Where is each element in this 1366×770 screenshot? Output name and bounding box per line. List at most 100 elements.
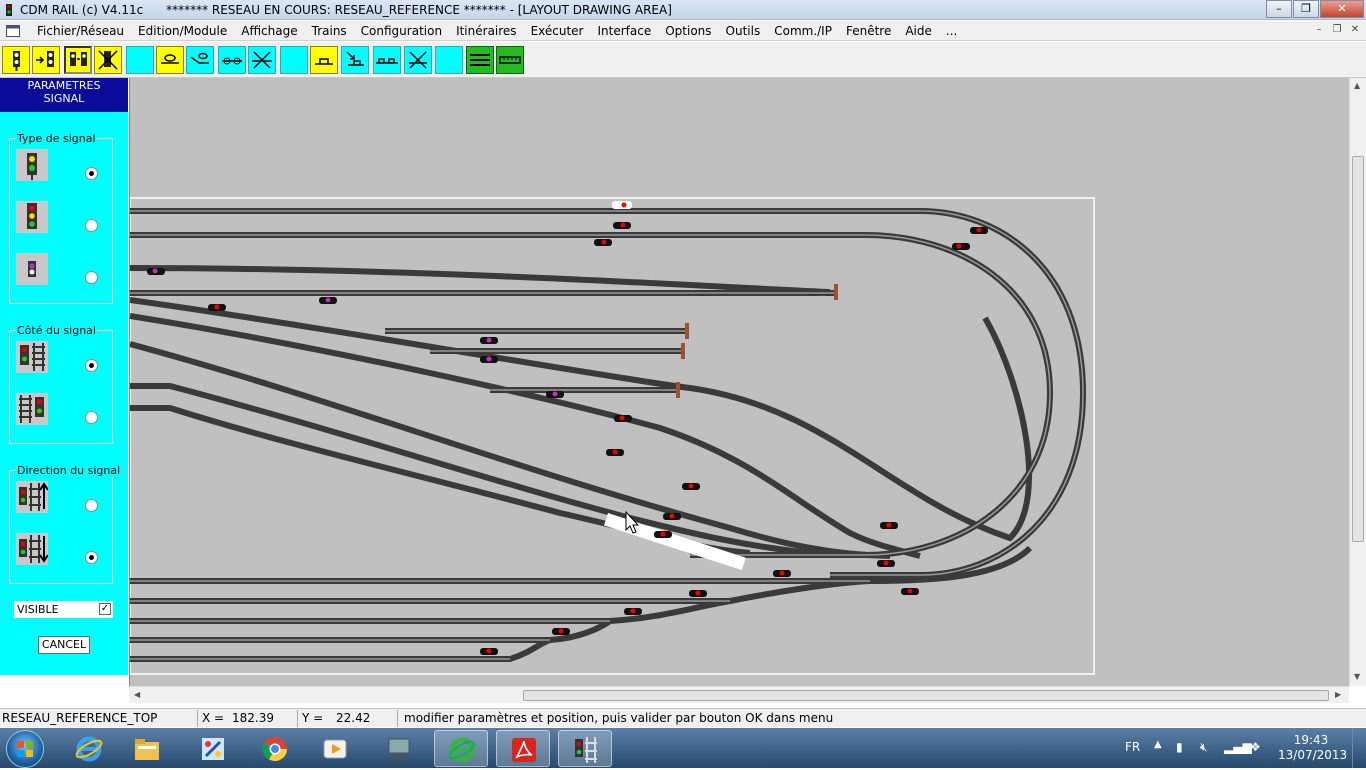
horizontal-scrollbar[interactable]: ◀ ▶	[129, 686, 1349, 703]
signal-direction-radio-2[interactable]	[85, 551, 98, 564]
menu-item-9[interactable]: Outils	[719, 23, 768, 39]
menu-item-6[interactable]: Exécuter	[524, 23, 591, 39]
taskbar-acrobat[interactable]	[496, 730, 550, 767]
visible-option[interactable]: VISIBLE ✓	[14, 601, 113, 618]
signal-3-lights-icon[interactable]	[16, 201, 48, 233]
track-lines-icon	[470, 54, 490, 66]
menu-item-11[interactable]: Fenêtre	[839, 23, 898, 39]
signal-type-radio-3[interactable]	[85, 271, 98, 284]
document-icon[interactable]	[6, 25, 20, 37]
toolbar-button-detector[interactable]	[156, 46, 184, 74]
signal-left-of-track-icon[interactable]	[16, 341, 48, 373]
menu-item-1[interactable]: Edition/Module	[131, 23, 234, 39]
toolbar-button-delete-contact[interactable]	[404, 46, 432, 74]
menu-item-13[interactable]: ...	[939, 23, 964, 39]
scroll-up-icon[interactable]: ▲	[1354, 81, 1360, 90]
vertical-scrollbar[interactable]: ▲ ▼	[1349, 78, 1366, 686]
toolbar-button-contact-arrow[interactable]	[341, 46, 369, 74]
signal-type-radio-1[interactable]	[85, 167, 98, 180]
visible-label: VISIBLE	[17, 603, 59, 616]
taskbar-media-player[interactable]	[308, 730, 362, 767]
toolbar-button-move-contact[interactable]	[373, 46, 401, 74]
taskbar-cdm-rail[interactable]	[558, 730, 612, 767]
ruler-icon	[499, 56, 521, 64]
toolbar-button-blank[interactable]	[280, 46, 308, 74]
toolbar-button-contact[interactable]	[310, 46, 338, 74]
menu-item-0[interactable]: Fichier/Réseau	[30, 23, 131, 39]
x-label: X =	[202, 711, 225, 725]
minimize-button[interactable]: –	[1266, 0, 1292, 18]
group-title: Type de signal	[16, 132, 97, 145]
close-icon: ✕	[1350, 24, 1360, 35]
signal-side-radio-2[interactable]	[85, 411, 98, 424]
toolbar-button-edit-signal[interactable]	[64, 46, 92, 74]
file-explorer-icon	[135, 739, 159, 760]
signal-side-radio-1[interactable]	[85, 359, 98, 372]
show-desktop-button[interactable]	[1352, 728, 1366, 768]
toolbar-button-move-detector[interactable]	[218, 46, 246, 74]
signal-purple-icon[interactable]	[16, 253, 48, 285]
toolbar-button-signal-arrow[interactable]	[32, 46, 60, 74]
toolbar-button-ruler[interactable]	[496, 46, 524, 74]
start-button[interactable]	[6, 730, 44, 768]
dropbox-icon[interactable]: ❖	[1250, 740, 1261, 754]
chevron-up-icon[interactable]: ▲	[1154, 739, 1162, 750]
menu-item-4[interactable]: Configuration	[354, 23, 449, 39]
network-signal-icon[interactable]: ▂▄▆	[1224, 740, 1252, 754]
menu-item-5[interactable]: Itinéraires	[449, 23, 524, 39]
edit-signal-icon	[70, 52, 87, 66]
taskbar-file-explorer[interactable]	[120, 730, 174, 767]
cancel-button[interactable]: CANCEL	[38, 636, 90, 654]
signal-direction-radio-1[interactable]	[85, 499, 98, 512]
scroll-left-icon[interactable]: ◀	[134, 690, 140, 699]
system-clock[interactable]: 19:43 13/07/2013	[1278, 733, 1347, 763]
close-button[interactable]: ✕	[1320, 0, 1364, 18]
signal-right-of-track-icon[interactable]	[16, 393, 48, 425]
minimize-icon: –	[1316, 24, 1322, 35]
menu-item-2[interactable]: Affichage	[234, 23, 304, 39]
menu-item-10[interactable]: Comm./IP	[767, 23, 839, 39]
scroll-right-icon[interactable]: ▶	[1335, 690, 1341, 699]
track-layout[interactable]	[130, 78, 1349, 686]
toolbar-button-delete-signal[interactable]	[94, 46, 122, 74]
toolbar-button-delete-detector[interactable]	[248, 46, 276, 74]
toolbar-button-detector-arrow[interactable]	[186, 46, 214, 74]
signal-type-radio-2[interactable]	[85, 219, 98, 232]
taskbar-ie-alt[interactable]	[434, 730, 488, 767]
scroll-down-icon[interactable]: ▼	[1354, 672, 1360, 681]
toolbar-button-track-lines[interactable]	[466, 46, 494, 74]
menu-item-8[interactable]: Options	[658, 23, 718, 39]
cdm-rail-icon	[575, 737, 597, 763]
battery-icon[interactable]: ▮	[1176, 740, 1183, 754]
menu-item-3[interactable]: Trains	[305, 23, 354, 39]
taskbar-network[interactable]	[372, 730, 426, 767]
signal-direction-up-icon[interactable]	[16, 481, 48, 513]
taskbar-paint[interactable]	[186, 730, 240, 767]
group-title: Côté du signal	[16, 324, 97, 337]
y-label: Y =	[302, 711, 324, 725]
mdi-restore-button[interactable]: ❐	[1328, 23, 1346, 39]
toolbar-button-signal[interactable]	[2, 46, 30, 74]
maximize-button[interactable]: ❐	[1293, 0, 1319, 18]
mdi-minimize-button[interactable]: –	[1310, 23, 1328, 39]
horizontal-scroll-thumb[interactable]	[523, 690, 1329, 701]
vertical-scroll-thumb[interactable]	[1352, 156, 1364, 542]
layout-drawing-area[interactable]	[129, 78, 1349, 686]
menu-item-12[interactable]: Aide	[898, 23, 939, 39]
taskbar: FR ▲ ▮ 🔇︎ ▂▄▆ ❖ 19:43 13/07/2013	[0, 728, 1366, 768]
toolbar-button-blank[interactable]	[126, 46, 154, 74]
menu-item-7[interactable]: Interface	[590, 23, 658, 39]
volume-mute-icon[interactable]: 🔇︎	[1200, 740, 1208, 755]
mdi-close-button[interactable]: ✕	[1346, 23, 1364, 39]
contact-arrow-icon	[346, 51, 364, 66]
move-detector-icon	[222, 57, 242, 65]
visible-checkbox[interactable]: ✓	[99, 603, 111, 615]
taskbar-chrome[interactable]	[248, 730, 302, 767]
blank-icon	[436, 47, 462, 73]
language-indicator[interactable]: FR	[1125, 740, 1140, 754]
taskbar-internet-explorer[interactable]	[62, 730, 116, 767]
signal-2-lights-icon[interactable]	[16, 149, 48, 181]
signal-direction-down-icon[interactable]	[16, 533, 48, 565]
toolbar-button-blank[interactable]	[435, 46, 463, 74]
menu-bar: Fichier/Réseau Edition/Module Affichage Tra…	[0, 21, 1366, 41]
